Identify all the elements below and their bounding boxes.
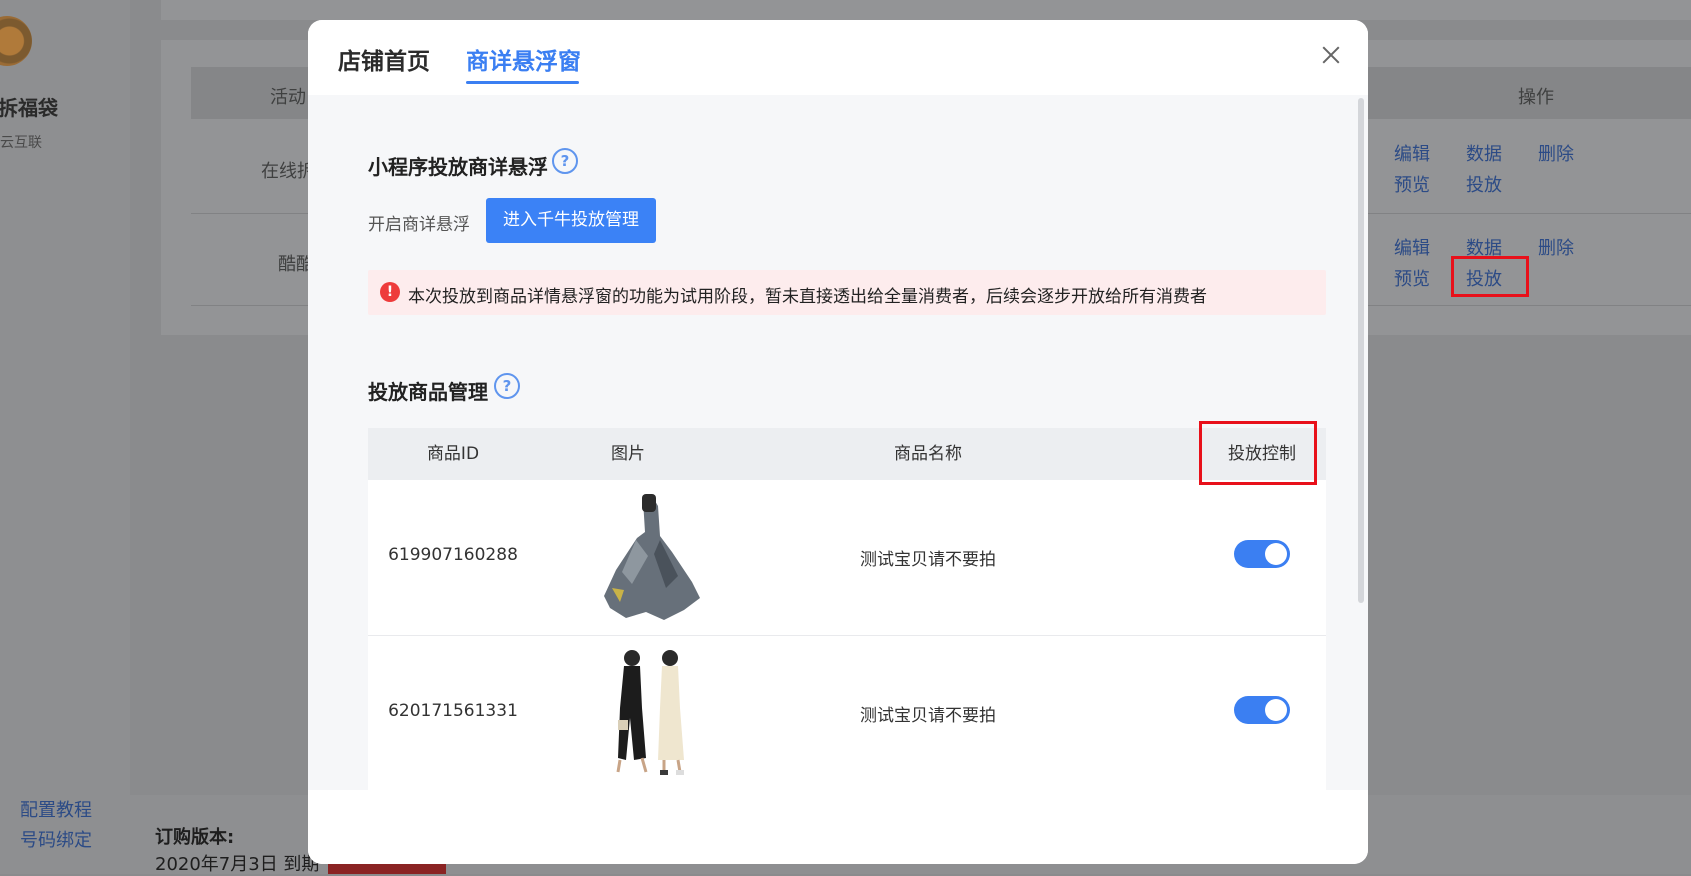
- app-subtitle: 云互联: [0, 135, 42, 151]
- column-header-name: 商品名称: [894, 444, 962, 464]
- bg-row1-preview-link[interactable]: 预览: [1394, 171, 1430, 197]
- toggle-knob: [1265, 699, 1287, 721]
- table-row: 619907160288 测试宝贝请不要拍: [368, 480, 1326, 636]
- highlight-box-deploy: [1451, 256, 1529, 297]
- bg-row1-delete-link[interactable]: 删除: [1538, 140, 1574, 166]
- modal-header: 店铺首页 商详悬浮窗: [308, 20, 1368, 95]
- active-tab-indicator: [466, 81, 579, 84]
- bg-row2-preview-link[interactable]: 预览: [1394, 265, 1430, 291]
- skirt-product-image: [604, 494, 700, 620]
- modal-footer: [308, 790, 1368, 864]
- app-avatar: [0, 16, 32, 66]
- bg-row1-deploy-link[interactable]: 投放: [1466, 171, 1502, 197]
- version-label: 订购版本:: [155, 827, 235, 848]
- background-card-top: [161, 0, 1691, 20]
- column-header-image: 图片: [611, 444, 645, 464]
- deploy-toggle[interactable]: [1234, 540, 1290, 568]
- sidebar-link-tutorial[interactable]: 配置教程: [20, 796, 92, 822]
- bg-row2-edit-link[interactable]: 编辑: [1394, 234, 1430, 260]
- column-header-id: 商品ID: [426, 444, 480, 464]
- product-name: 测试宝贝请不要拍: [860, 550, 996, 570]
- table-header: 商品ID 图片 商品名称 投放控制: [368, 428, 1326, 480]
- float-window-modal: 店铺首页 商详悬浮窗 小程序投放商详悬浮 ? 开启商详悬浮 进入千牛投放管理 !…: [308, 20, 1368, 864]
- highlight-box-control: [1199, 421, 1317, 485]
- trial-alert: ! 本次投放到商品详情悬浮窗的功能为试用阶段，暂未直接透出给全量消费者，后续会逐…: [368, 270, 1326, 315]
- sidebar-link-phone-binding[interactable]: 号码绑定: [20, 826, 92, 852]
- product-name: 测试宝贝请不要拍: [860, 706, 996, 726]
- background-sidebar: 拆福袋 云互联 配置教程 号码绑定: [0, 0, 130, 874]
- app-title: 拆福袋: [0, 96, 58, 120]
- alert-text: 本次投放到商品详情悬浮窗的功能为试用阶段，暂未直接透出给全量消费者，后续会逐步开…: [408, 287, 1207, 307]
- help-icon[interactable]: ?: [552, 148, 578, 174]
- exclamation-icon: !: [380, 282, 400, 302]
- product-id: 620171561331: [388, 701, 518, 721]
- modal-scrollbar[interactable]: [1358, 98, 1364, 603]
- dress-models-image: [616, 650, 684, 775]
- bg-row2-delete-link[interactable]: 删除: [1538, 234, 1574, 260]
- enter-qianniu-button[interactable]: 进入千牛投放管理: [486, 198, 656, 243]
- product-id: 619907160288: [388, 545, 518, 565]
- table-row: 620171561331 测试宝贝请不要拍: [368, 636, 1326, 790]
- modal-body: 小程序投放商详悬浮 ? 开启商详悬浮 进入千牛投放管理 ! 本次投放到商品详情悬…: [308, 95, 1368, 790]
- version-expiry: 2020年7月3日 到期: [155, 854, 320, 875]
- bg-header-ops: 操作: [1518, 87, 1554, 108]
- section-title-mini-program: 小程序投放商详悬浮: [368, 155, 548, 179]
- open-float-label: 开启商详悬浮: [368, 215, 470, 235]
- tab-detail-float[interactable]: 商详悬浮窗: [466, 42, 581, 76]
- bg-header-activity: 活动: [270, 87, 306, 108]
- bg-row1-edit-link[interactable]: 编辑: [1394, 140, 1430, 166]
- tab-store-home[interactable]: 店铺首页: [338, 42, 430, 76]
- toggle-knob: [1265, 543, 1287, 565]
- bg-row1-name: 在线拆: [261, 161, 315, 182]
- bg-row1-data-link[interactable]: 数据: [1466, 140, 1502, 166]
- close-icon[interactable]: [1318, 42, 1344, 68]
- deploy-toggle[interactable]: [1234, 696, 1290, 724]
- section-title-product-management: 投放商品管理: [368, 380, 488, 404]
- help-icon[interactable]: ?: [494, 373, 520, 399]
